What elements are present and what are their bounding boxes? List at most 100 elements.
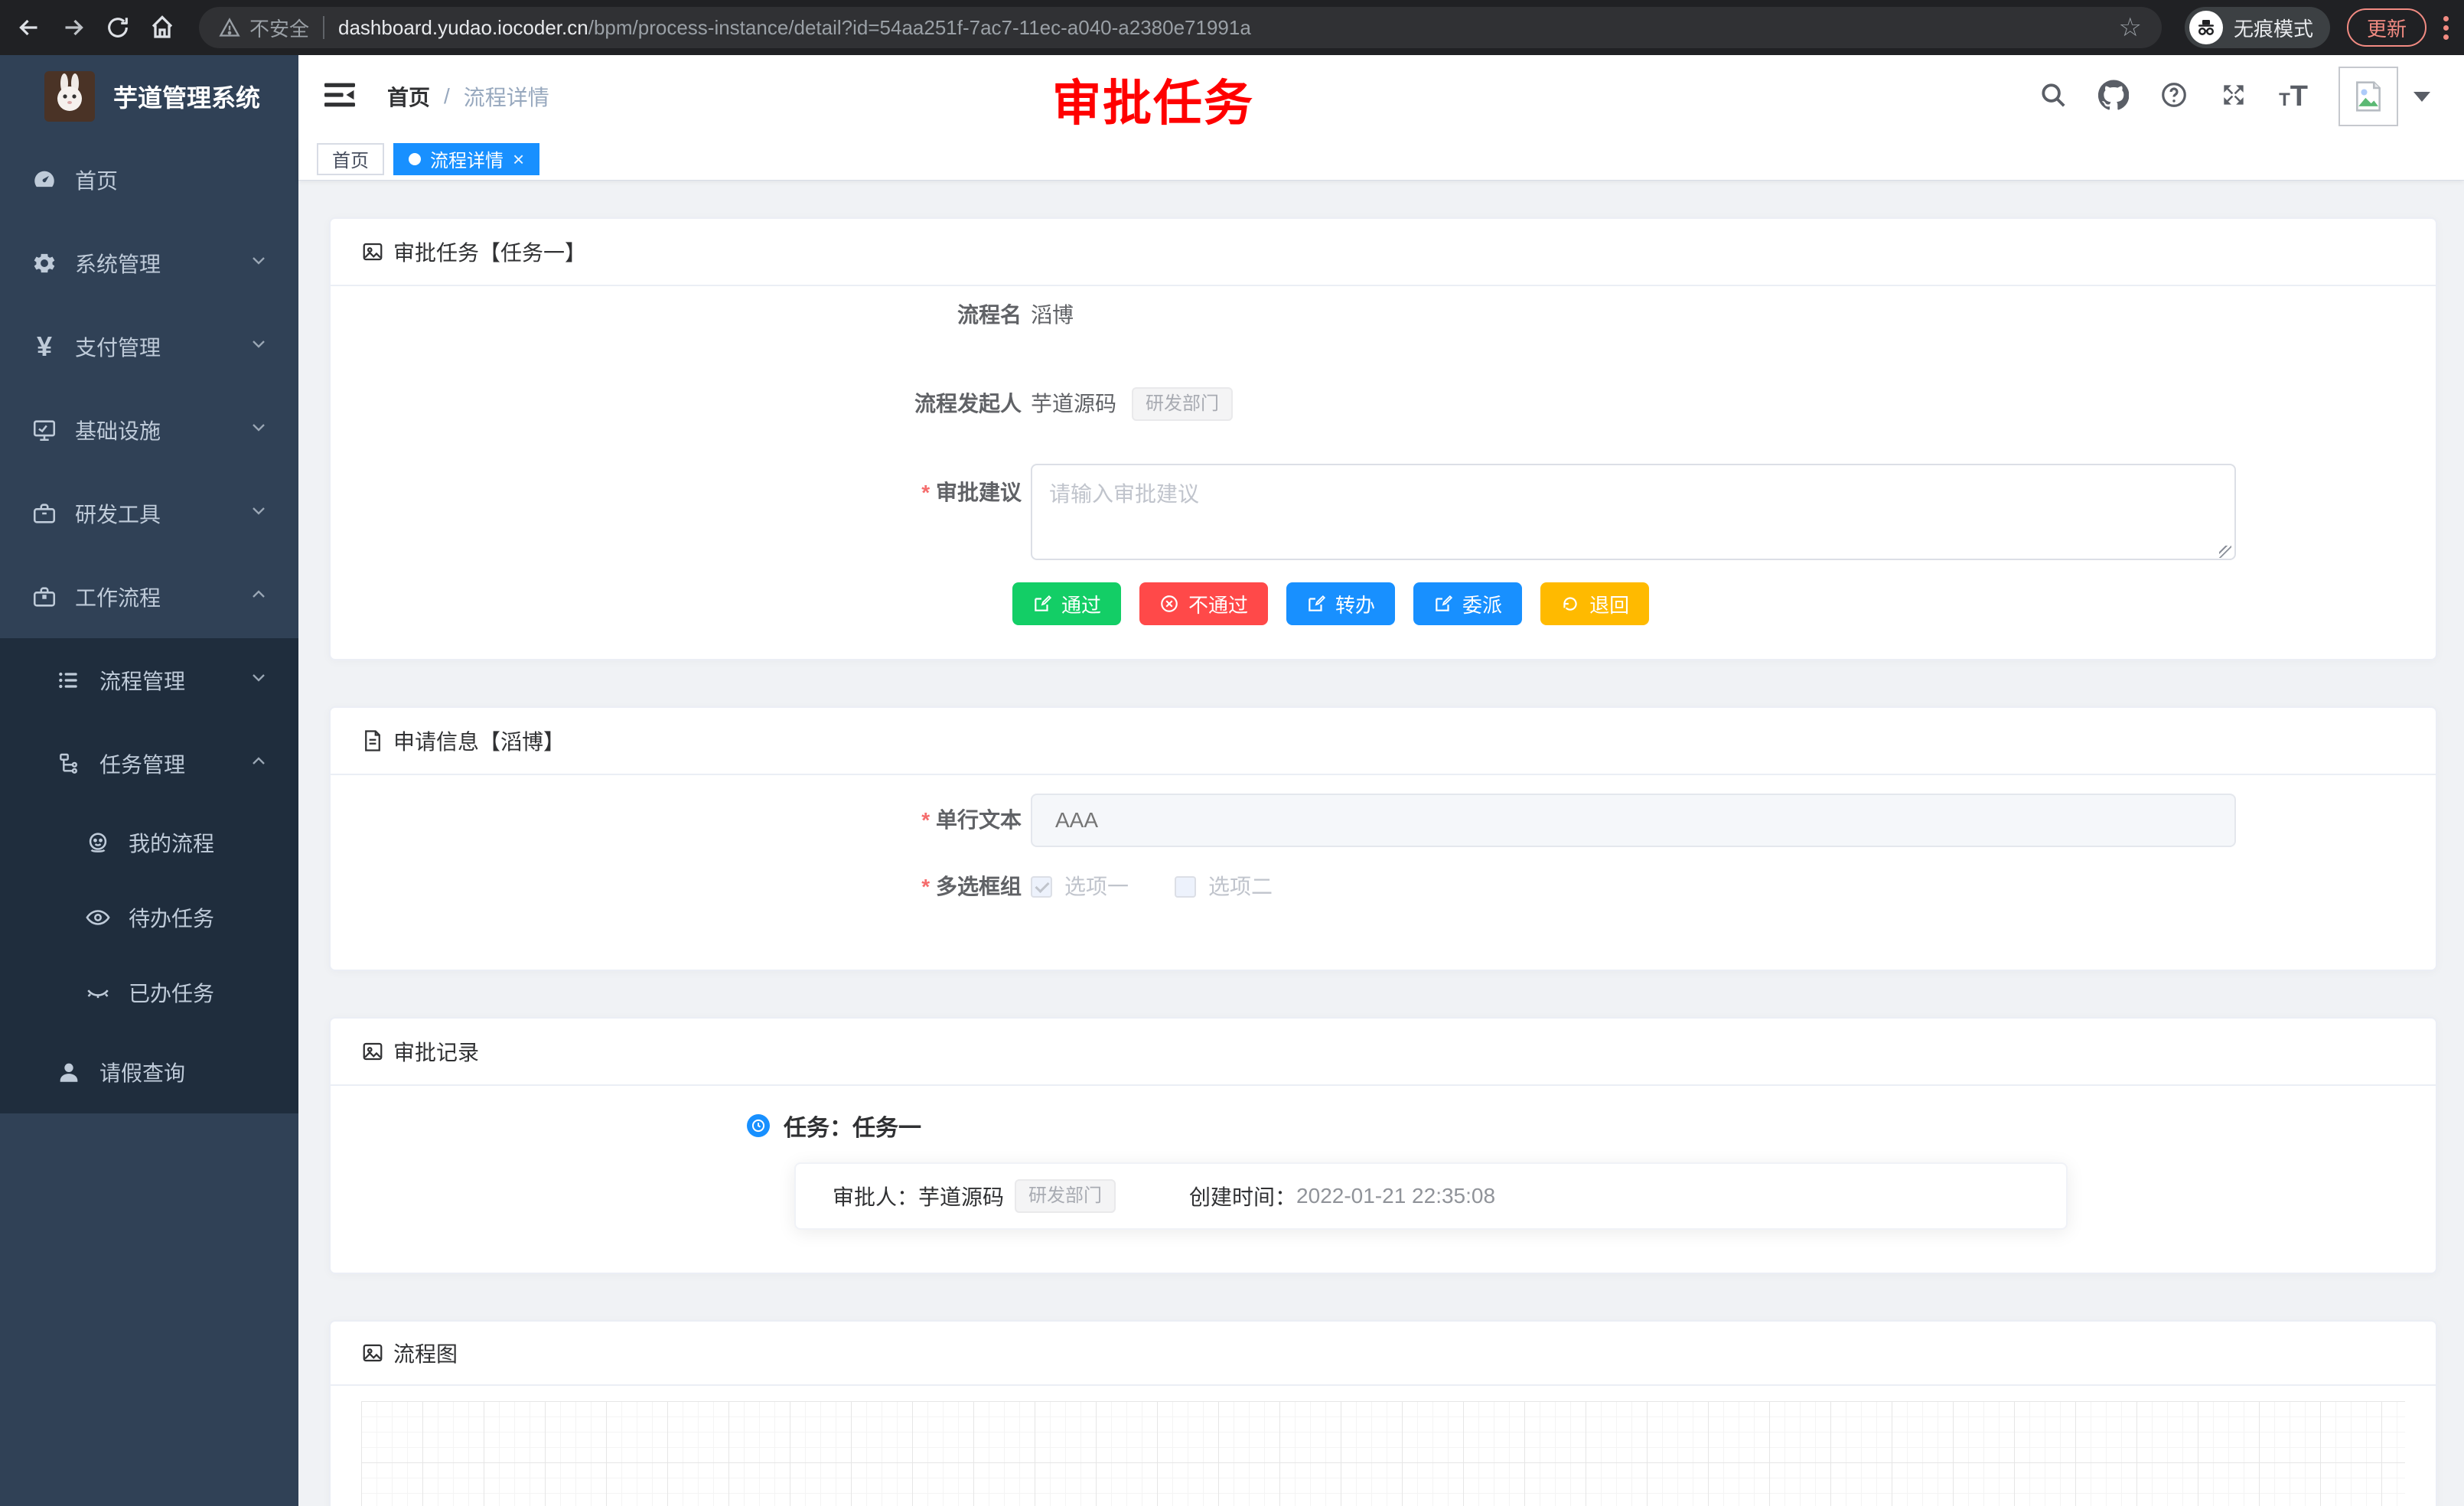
sidebar-item-label: 研发工具 bbox=[75, 498, 161, 529]
sidebar-item-done-tasks[interactable]: 已办任务 bbox=[0, 955, 298, 1030]
eye-open-icon bbox=[84, 904, 112, 931]
dashboard-icon bbox=[31, 166, 58, 194]
search-icon[interactable] bbox=[2039, 80, 2068, 113]
tags-view-bar: 首页 流程详情 × bbox=[298, 138, 2464, 181]
initiator-value: 芋道源码 bbox=[1031, 375, 1116, 433]
toolbox-icon bbox=[31, 500, 58, 527]
sidebar-item-infra[interactable]: 基础设施 bbox=[0, 388, 298, 471]
sidebar-item-label: 首页 bbox=[75, 165, 118, 195]
bpmn-diagram-canvas[interactable] bbox=[361, 1401, 2405, 1506]
app-title: 芋道管理系统 bbox=[113, 79, 260, 114]
record-item: 审批人： 芋道源码 研发部门 创建时间： 2022-01-21 22:35:08 bbox=[794, 1162, 2068, 1230]
tab-label: 首页 bbox=[332, 145, 369, 172]
checkbox-icon bbox=[1175, 876, 1196, 898]
edit-icon bbox=[1032, 594, 1052, 614]
browser-update-button[interactable]: 更新 bbox=[2347, 8, 2427, 47]
suggestion-textarea[interactable] bbox=[1031, 464, 2236, 560]
created-value: 2022-01-21 22:35:08 bbox=[1296, 1184, 1495, 1208]
security-label[interactable]: 不安全 bbox=[249, 14, 309, 42]
incognito-icon bbox=[2189, 11, 2223, 44]
sidebar-item-workflow[interactable]: 工作流程 bbox=[0, 555, 298, 638]
sidebar-item-pay[interactable]: ¥ 支付管理 bbox=[0, 305, 298, 388]
tab-active-dot bbox=[409, 153, 421, 165]
list-icon bbox=[55, 667, 83, 694]
reject-button[interactable]: 不通过 bbox=[1139, 582, 1268, 625]
url-path: /bpm/process-instance/detail?id=54aa251f… bbox=[588, 16, 1251, 40]
checkbox-group: 选项一 选项二 bbox=[1031, 865, 1273, 908]
apply-info-card: 申请信息【滔博】 单行文本 多选框组 选项一 bbox=[329, 706, 2437, 971]
apply-info-card-header: 申请信息【滔博】 bbox=[331, 708, 2436, 775]
sidebar-item-leave-query[interactable]: 请假查询 bbox=[0, 1030, 298, 1113]
circle-close-icon bbox=[1159, 594, 1179, 614]
sidebar-item-label: 待办任务 bbox=[129, 902, 214, 933]
process-diagram-card: 流程图 bbox=[329, 1320, 2437, 1506]
button-label: 委派 bbox=[1462, 590, 1502, 618]
tab-close-icon[interactable]: × bbox=[513, 149, 524, 169]
approval-task-card-header: 审批任务【任务一】 bbox=[331, 219, 2436, 286]
delegate-button[interactable]: 委派 bbox=[1413, 582, 1522, 625]
checkbox-icon bbox=[1031, 876, 1052, 898]
sidebar-item-my-process[interactable]: 我的流程 bbox=[0, 805, 298, 880]
approval-actions: 通过 不通过 转办 委派 bbox=[1012, 582, 2436, 625]
url-domain: dashboard.yudao.iocoder.cn bbox=[338, 16, 588, 40]
sidebar-item-home[interactable]: 首页 bbox=[0, 138, 298, 221]
timeline-clock-icon bbox=[747, 1114, 770, 1137]
breadcrumb-current: 流程详情 bbox=[464, 81, 549, 112]
checkbox-label: 选项一 bbox=[1064, 865, 1129, 908]
incognito-badge: 无痕模式 bbox=[2185, 7, 2330, 48]
return-button[interactable]: 退回 bbox=[1540, 582, 1649, 625]
sidebar-item-label: 工作流程 bbox=[75, 582, 161, 612]
chevron-up-icon bbox=[248, 583, 269, 610]
tree-icon bbox=[55, 750, 83, 777]
initiator-label: 流程发起人 bbox=[331, 375, 1031, 433]
sidebar-item-label: 我的流程 bbox=[129, 827, 214, 858]
checkbox-option-2[interactable]: 选项二 bbox=[1175, 865, 1273, 908]
breadcrumb: 首页 / 流程详情 bbox=[387, 81, 549, 112]
checkbox-option-1[interactable]: 选项一 bbox=[1031, 865, 1129, 908]
edit-icon bbox=[1306, 594, 1326, 614]
sidebar-item-label: 支付管理 bbox=[75, 331, 161, 362]
single-text-input[interactable] bbox=[1031, 794, 2236, 847]
process-name-value: 滔博 bbox=[1031, 286, 1074, 344]
single-text-label: 单行文本 bbox=[331, 794, 1031, 847]
button-label: 通过 bbox=[1061, 590, 1101, 618]
picture-icon bbox=[361, 240, 384, 263]
url-bar[interactable]: 不安全 dashboard.yudao.iocoder.cn/bpm/proce… bbox=[199, 7, 2162, 48]
font-size-icon[interactable]: TT bbox=[2279, 82, 2308, 111]
chevron-up-icon bbox=[248, 750, 269, 777]
transfer-button[interactable]: 转办 bbox=[1286, 582, 1395, 625]
robot-icon bbox=[84, 829, 112, 856]
help-icon[interactable] bbox=[2159, 80, 2189, 113]
timeline-task-title: 任务：任务一 bbox=[784, 1109, 921, 1143]
sidebar-item-label: 流程管理 bbox=[99, 665, 185, 696]
tab-home[interactable]: 首页 bbox=[317, 143, 384, 175]
sidebar-item-task-mgmt[interactable]: 任务管理 bbox=[0, 722, 298, 805]
browser-back-icon[interactable] bbox=[15, 14, 43, 41]
browser-home-icon[interactable] bbox=[148, 14, 176, 41]
monitor-icon bbox=[31, 416, 58, 444]
browser-reload-icon[interactable] bbox=[104, 14, 132, 41]
sidebar-item-label: 基础设施 bbox=[75, 415, 161, 445]
hamburger-icon[interactable] bbox=[324, 82, 355, 112]
tab-process-detail[interactable]: 流程详情 × bbox=[393, 143, 539, 175]
chevron-down-icon bbox=[248, 249, 269, 276]
chevron-down-icon bbox=[248, 333, 269, 360]
sidebar-item-todo-tasks[interactable]: 待办任务 bbox=[0, 880, 298, 955]
approval-records-card: 审批记录 任务：任务一 审批人： 芋道源码 研发部门 创建时间： bbox=[329, 1017, 2437, 1274]
sidebar-item-devtools[interactable]: 研发工具 bbox=[0, 471, 298, 555]
user-icon bbox=[55, 1058, 83, 1086]
user-avatar[interactable] bbox=[2339, 67, 2430, 126]
fullscreen-icon[interactable] bbox=[2219, 80, 2248, 113]
sidebar-item-label: 任务管理 bbox=[99, 748, 185, 779]
approve-button[interactable]: 通过 bbox=[1012, 582, 1121, 625]
caret-down-icon bbox=[2413, 92, 2430, 102]
breadcrumb-home[interactable]: 首页 bbox=[387, 81, 430, 112]
bookmark-star-icon[interactable]: ☆ bbox=[2103, 12, 2141, 43]
browser-forward-icon[interactable] bbox=[60, 14, 87, 41]
browser-menu-icon[interactable] bbox=[2443, 16, 2449, 40]
created-label: 创建时间： bbox=[1189, 1181, 1296, 1211]
github-icon[interactable] bbox=[2098, 80, 2129, 114]
sidebar-item-process-mgmt[interactable]: 流程管理 bbox=[0, 638, 298, 722]
sidebar-item-system[interactable]: 系统管理 bbox=[0, 221, 298, 305]
sidebar-logo-row[interactable]: 芋道管理系统 bbox=[0, 55, 298, 138]
